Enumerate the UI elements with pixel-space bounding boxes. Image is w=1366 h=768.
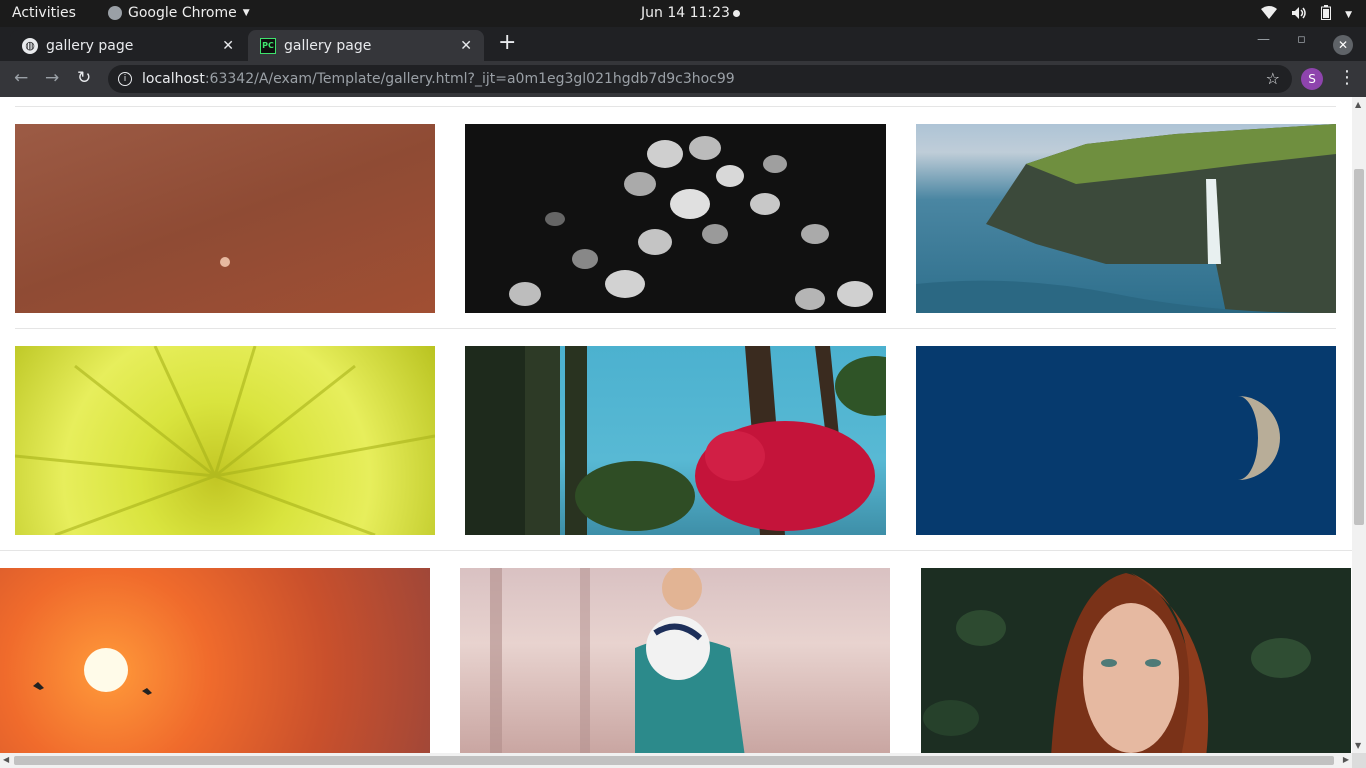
row-divider [0,550,1352,551]
photo-boy-with-ball[interactable] [460,568,890,753]
row-divider [15,106,1336,107]
scroll-left-arrow-icon[interactable]: ◀ [3,755,9,764]
activities-button[interactable]: Activities [12,5,76,21]
url-path: :63342/A/exam/Template/gallery.html?_ijt… [204,71,735,87]
photo-red-haired-woman[interactable] [921,568,1351,753]
address-bar[interactable]: i localhost:63342/A/exam/Template/galler… [108,65,1292,93]
tab-title: gallery page [284,37,372,54]
minimize-icon[interactable]: — [1257,32,1270,47]
chrome-icon [108,6,122,20]
photo-sea-cliff-waterfall[interactable] [916,124,1336,313]
tab-close-icon[interactable]: ✕ [222,38,234,54]
chevron-down-icon: ▼ [242,8,250,18]
clock[interactable]: Jun 14 11:23 [641,5,740,21]
tab-gallery-page-1[interactable]: ◍ gallery page ✕ [10,30,246,61]
volume-icon [1291,6,1307,24]
new-tab-plus-icon[interactable]: + [498,32,516,54]
maximize-icon[interactable]: ▫ [1297,32,1306,47]
vertical-scroll-thumb[interactable] [1354,169,1364,525]
app-menu[interactable]: Google Chrome ▼ [108,5,250,21]
scroll-right-arrow-icon[interactable]: ▶ [1343,755,1349,764]
clock-label: Jun 14 11:23 [641,5,730,21]
scrollbar-corner [1352,753,1366,768]
scroll-down-arrow-icon[interactable]: ▼ [1355,741,1361,750]
url-host: localhost [142,71,205,87]
site-info-icon[interactable]: i [118,72,132,86]
pycharm-icon: PC [260,37,276,54]
photo-palms-bougainvillea[interactable] [465,346,886,535]
forward-arrow-icon[interactable]: → [45,68,59,88]
photo-yellow-flower[interactable] [15,346,435,535]
battery-icon [1321,5,1332,24]
globe-icon: ◍ [22,37,38,54]
back-arrow-icon[interactable]: ← [14,68,28,88]
tab-gallery-page-2[interactable]: PC gallery page ✕ [248,30,484,61]
row-divider [15,328,1336,329]
tab-close-icon[interactable]: ✕ [460,38,472,54]
system-menu-chevron-icon: ▼ [1345,9,1352,20]
wifi-icon [1261,6,1278,23]
reload-icon[interactable]: ↻ [77,68,91,88]
page-viewport [0,97,1352,753]
photo-sunset-birds[interactable] [0,568,430,753]
tab-strip: ◍ gallery page ✕ PC gallery page ✕ + — ▫… [0,27,1366,61]
photo-moon[interactable] [916,346,1336,535]
profile-avatar[interactable]: S [1301,68,1323,90]
bookmark-star-icon[interactable]: ☆ [1266,69,1280,88]
app-menu-label: Google Chrome [128,5,237,21]
horizontal-scroll-thumb[interactable] [14,756,1334,765]
photo-red-planet[interactable] [15,124,435,313]
vertical-scrollbar[interactable]: ▲ ▼ [1352,97,1366,753]
horizontal-scrollbar[interactable]: ◀ ▶ [0,753,1352,768]
chrome-menu-icon[interactable]: ⋮ [1338,67,1356,88]
window-close-icon[interactable]: ✕ [1333,35,1353,55]
tab-title: gallery page [46,37,134,54]
notification-dot-icon [732,9,740,17]
scroll-up-arrow-icon[interactable]: ▲ [1355,100,1361,109]
system-tray[interactable]: ▼ [1261,5,1352,24]
system-top-bar: Activities Google Chrome ▼ Jun 14 11:23 … [0,0,1366,27]
photo-lily-pads[interactable] [465,124,886,313]
browser-toolbar: ← → ↻ i localhost:63342/A/exam/Template/… [0,61,1366,97]
